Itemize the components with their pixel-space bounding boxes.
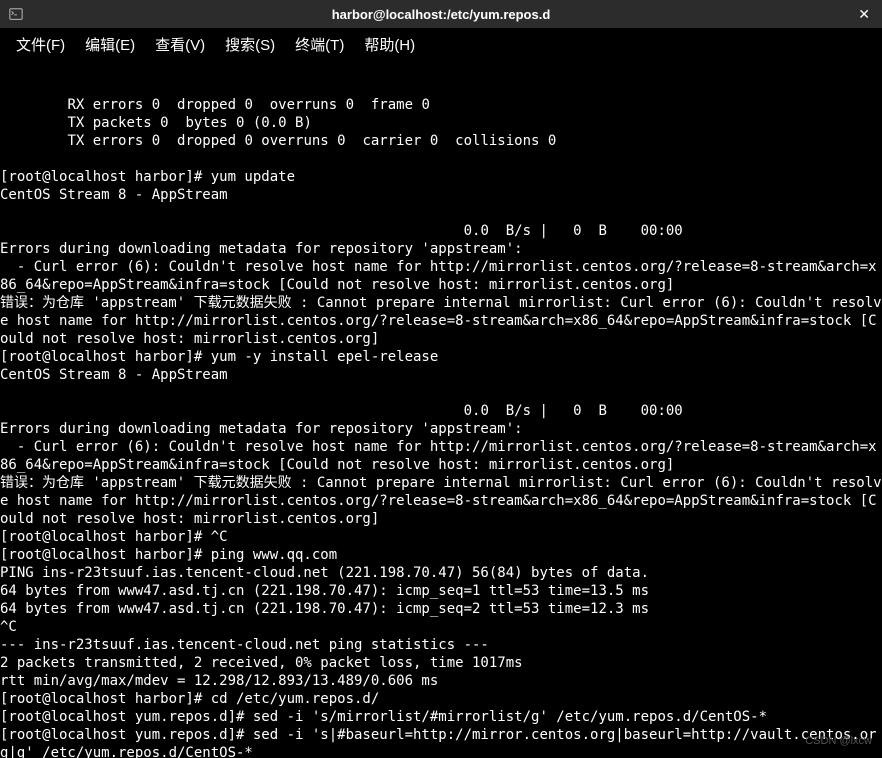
menu-terminal[interactable]: 终端(T)	[285, 30, 354, 59]
terminal-area[interactable]: RX errors 0 dropped 0 overruns 0 frame 0…	[0, 60, 882, 758]
menubar: 文件(F) 编辑(E) 查看(V) 搜索(S) 终端(T) 帮助(H)	[0, 28, 882, 60]
menu-view[interactable]: 查看(V)	[145, 30, 215, 59]
terminal-icon	[8, 6, 24, 22]
menu-edit[interactable]: 编辑(E)	[75, 30, 145, 59]
close-button[interactable]: ✕	[854, 6, 874, 23]
menu-file[interactable]: 文件(F)	[6, 30, 75, 59]
menu-help[interactable]: 帮助(H)	[354, 30, 425, 59]
watermark: CSDN @lxcw	[805, 732, 872, 750]
terminal-output: RX errors 0 dropped 0 overruns 0 frame 0…	[0, 96, 882, 758]
window-titlebar: harbor@localhost:/etc/yum.repos.d ✕	[0, 0, 882, 28]
menu-search[interactable]: 搜索(S)	[215, 30, 285, 59]
window-title: harbor@localhost:/etc/yum.repos.d	[332, 7, 551, 22]
